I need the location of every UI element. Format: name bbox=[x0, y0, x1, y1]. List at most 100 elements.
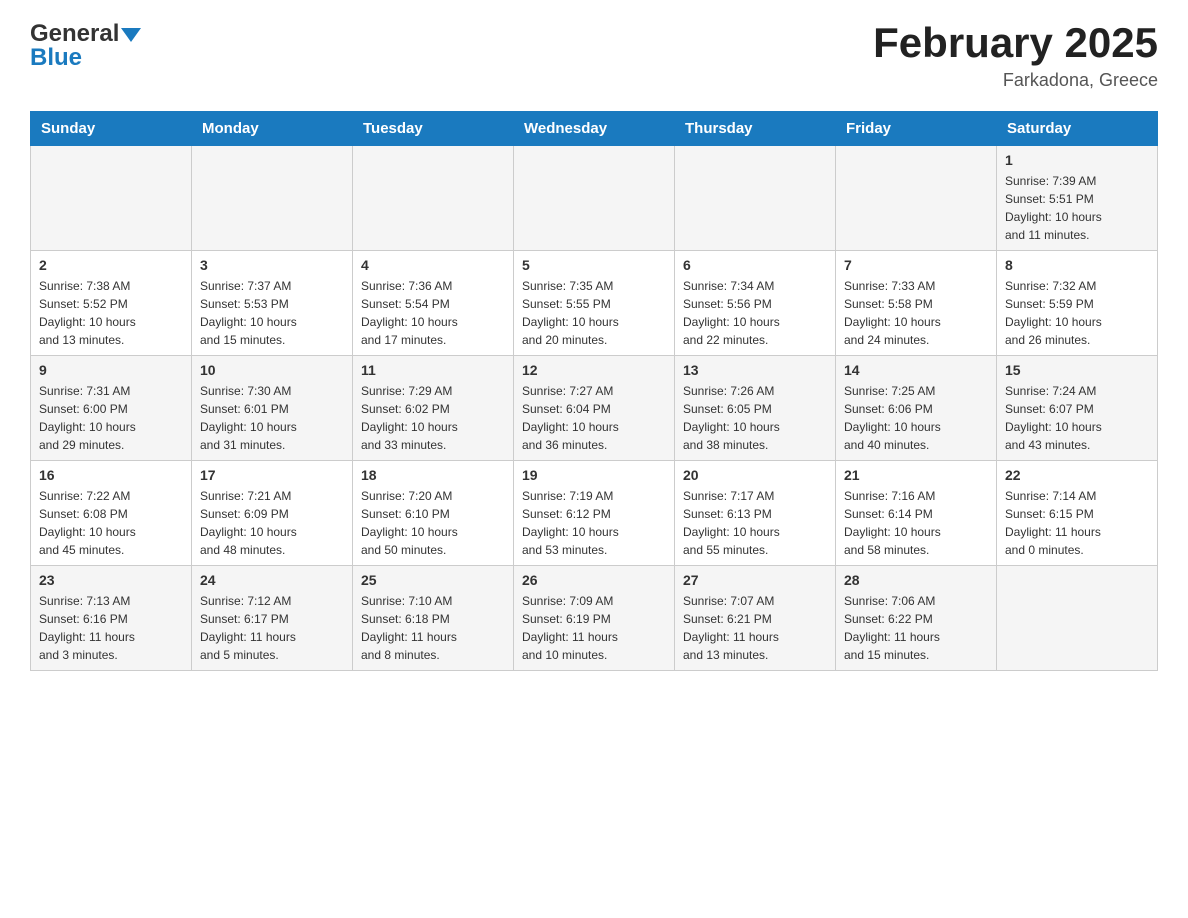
day-number: 11 bbox=[361, 362, 505, 378]
day-info: Sunrise: 7:34 AM Sunset: 5:56 PM Dayligh… bbox=[683, 277, 827, 349]
day-number: 21 bbox=[844, 467, 988, 483]
weekday-header-thursday: Thursday bbox=[675, 112, 836, 146]
day-number: 20 bbox=[683, 467, 827, 483]
weekday-header-sunday: Sunday bbox=[31, 112, 192, 146]
calendar-cell: 15 Sunrise: 7:24 AM Sunset: 6:07 PM Dayli… bbox=[997, 356, 1158, 461]
day-number: 6 bbox=[683, 257, 827, 273]
calendar-cell: 24 Sunrise: 7:12 AM Sunset: 6:17 PM Dayli… bbox=[192, 566, 353, 671]
day-number: 8 bbox=[1005, 257, 1149, 273]
calendar-cell: 14 Sunrise: 7:25 AM Sunset: 6:06 PM Dayli… bbox=[836, 356, 997, 461]
weekday-header-monday: Monday bbox=[192, 112, 353, 146]
day-number: 13 bbox=[683, 362, 827, 378]
calendar-cell: 16 Sunrise: 7:22 AM Sunset: 6:08 PM Dayli… bbox=[31, 461, 192, 566]
day-number: 2 bbox=[39, 257, 183, 273]
title-area: February 2025 Farkadona, Greece bbox=[873, 20, 1158, 91]
day-info: Sunrise: 7:20 AM Sunset: 6:10 PM Dayligh… bbox=[361, 487, 505, 559]
calendar-cell: 25 Sunrise: 7:10 AM Sunset: 6:18 PM Dayli… bbox=[353, 566, 514, 671]
day-info: Sunrise: 7:10 AM Sunset: 6:18 PM Dayligh… bbox=[361, 592, 505, 664]
day-number: 12 bbox=[522, 362, 666, 378]
page-header: General Blue February 2025 Farkadona, Gr… bbox=[30, 20, 1158, 91]
day-info: Sunrise: 7:12 AM Sunset: 6:17 PM Dayligh… bbox=[200, 592, 344, 664]
calendar-cell bbox=[514, 146, 675, 251]
calendar-cell: 19 Sunrise: 7:19 AM Sunset: 6:12 PM Dayli… bbox=[514, 461, 675, 566]
calendar-cell: 27Sunrise: 7:07 AM Sunset: 6:21 PM Dayli… bbox=[675, 566, 836, 671]
calendar-cell: 8 Sunrise: 7:32 AM Sunset: 5:59 PM Daylig… bbox=[997, 251, 1158, 356]
calendar-cell: 2 Sunrise: 7:38 AM Sunset: 5:52 PM Daylig… bbox=[31, 251, 192, 356]
calendar-cell: 3Sunrise: 7:37 AM Sunset: 5:53 PM Daylig… bbox=[192, 251, 353, 356]
day-number: 17 bbox=[200, 467, 344, 483]
calendar-cell: 23 Sunrise: 7:13 AM Sunset: 6:16 PM Dayli… bbox=[31, 566, 192, 671]
location-subtitle: Farkadona, Greece bbox=[873, 70, 1158, 91]
logo: General Blue bbox=[30, 20, 141, 72]
day-info: Sunrise: 7:35 AM Sunset: 5:55 PM Dayligh… bbox=[522, 277, 666, 349]
day-info: Sunrise: 7:24 AM Sunset: 6:07 PM Dayligh… bbox=[1005, 382, 1149, 454]
calendar-cell: 6 Sunrise: 7:34 AM Sunset: 5:56 PM Daylig… bbox=[675, 251, 836, 356]
calendar-cell: 1 Sunrise: 7:39 AM Sunset: 5:51 PM Daylig… bbox=[997, 146, 1158, 251]
logo-blue-text: Blue bbox=[30, 44, 141, 72]
day-info: Sunrise: 7:36 AM Sunset: 5:54 PM Dayligh… bbox=[361, 277, 505, 349]
day-number: 18 bbox=[361, 467, 505, 483]
day-number: 23 bbox=[39, 572, 183, 588]
day-info: Sunrise: 7:14 AM Sunset: 6:15 PM Dayligh… bbox=[1005, 487, 1149, 559]
day-info: Sunrise: 7:13 AM Sunset: 6:16 PM Dayligh… bbox=[39, 592, 183, 664]
day-info: Sunrise: 7:29 AM Sunset: 6:02 PM Dayligh… bbox=[361, 382, 505, 454]
day-number: 25 bbox=[361, 572, 505, 588]
day-info: Sunrise: 7:33 AM Sunset: 5:58 PM Dayligh… bbox=[844, 277, 988, 349]
day-info: Sunrise: 7:19 AM Sunset: 6:12 PM Dayligh… bbox=[522, 487, 666, 559]
calendar-cell: 4 Sunrise: 7:36 AM Sunset: 5:54 PM Daylig… bbox=[353, 251, 514, 356]
calendar-cell: 21 Sunrise: 7:16 AM Sunset: 6:14 PM Dayli… bbox=[836, 461, 997, 566]
day-info: Sunrise: 7:37 AM Sunset: 5:53 PM Dayligh… bbox=[200, 277, 344, 349]
day-info: Sunrise: 7:26 AM Sunset: 6:05 PM Dayligh… bbox=[683, 382, 827, 454]
day-info: Sunrise: 7:22 AM Sunset: 6:08 PM Dayligh… bbox=[39, 487, 183, 559]
day-number: 1 bbox=[1005, 152, 1149, 168]
day-info: Sunrise: 7:09 AM Sunset: 6:19 PM Dayligh… bbox=[522, 592, 666, 664]
day-number: 9 bbox=[39, 362, 183, 378]
calendar-cell: 20 Sunrise: 7:17 AM Sunset: 6:13 PM Dayli… bbox=[675, 461, 836, 566]
calendar-week-row: 1 Sunrise: 7:39 AM Sunset: 5:51 PM Daylig… bbox=[31, 146, 1158, 251]
day-number: 15 bbox=[1005, 362, 1149, 378]
day-info: Sunrise: 7:25 AM Sunset: 6:06 PM Dayligh… bbox=[844, 382, 988, 454]
calendar-table: SundayMondayTuesdayWednesdayThursdayFrid… bbox=[30, 111, 1158, 671]
calendar-cell: 26 Sunrise: 7:09 AM Sunset: 6:19 PM Dayli… bbox=[514, 566, 675, 671]
calendar-cell: 18 Sunrise: 7:20 AM Sunset: 6:10 PM Dayli… bbox=[353, 461, 514, 566]
calendar-cell bbox=[997, 566, 1158, 671]
day-number: 4 bbox=[361, 257, 505, 273]
day-info: Sunrise: 7:39 AM Sunset: 5:51 PM Dayligh… bbox=[1005, 172, 1149, 244]
day-number: 26 bbox=[522, 572, 666, 588]
calendar-cell: 10Sunrise: 7:30 AM Sunset: 6:01 PM Dayli… bbox=[192, 356, 353, 461]
day-info: Sunrise: 7:27 AM Sunset: 6:04 PM Dayligh… bbox=[522, 382, 666, 454]
day-info: Sunrise: 7:17 AM Sunset: 6:13 PM Dayligh… bbox=[683, 487, 827, 559]
calendar-cell bbox=[675, 146, 836, 251]
calendar-cell: 7 Sunrise: 7:33 AM Sunset: 5:58 PM Daylig… bbox=[836, 251, 997, 356]
calendar-week-row: 2 Sunrise: 7:38 AM Sunset: 5:52 PM Daylig… bbox=[31, 251, 1158, 356]
weekday-header-friday: Friday bbox=[836, 112, 997, 146]
calendar-cell: 12 Sunrise: 7:27 AM Sunset: 6:04 PM Dayli… bbox=[514, 356, 675, 461]
day-number: 14 bbox=[844, 362, 988, 378]
day-info: Sunrise: 7:31 AM Sunset: 6:00 PM Dayligh… bbox=[39, 382, 183, 454]
weekday-header-wednesday: Wednesday bbox=[514, 112, 675, 146]
month-title: February 2025 bbox=[873, 20, 1158, 66]
day-number: 5 bbox=[522, 257, 666, 273]
day-number: 19 bbox=[522, 467, 666, 483]
day-info: Sunrise: 7:16 AM Sunset: 6:14 PM Dayligh… bbox=[844, 487, 988, 559]
calendar-cell bbox=[836, 146, 997, 251]
day-info: Sunrise: 7:21 AM Sunset: 6:09 PM Dayligh… bbox=[200, 487, 344, 559]
logo-arrow-icon bbox=[121, 28, 141, 42]
calendar-week-row: 9 Sunrise: 7:31 AM Sunset: 6:00 PM Daylig… bbox=[31, 356, 1158, 461]
day-number: 16 bbox=[39, 467, 183, 483]
day-number: 7 bbox=[844, 257, 988, 273]
calendar-cell bbox=[192, 146, 353, 251]
day-number: 24 bbox=[200, 572, 344, 588]
weekday-header-row: SundayMondayTuesdayWednesdayThursdayFrid… bbox=[31, 112, 1158, 146]
calendar-cell: 5 Sunrise: 7:35 AM Sunset: 5:55 PM Daylig… bbox=[514, 251, 675, 356]
calendar-cell: 9 Sunrise: 7:31 AM Sunset: 6:00 PM Daylig… bbox=[31, 356, 192, 461]
calendar-cell: 28Sunrise: 7:06 AM Sunset: 6:22 PM Dayli… bbox=[836, 566, 997, 671]
day-info: Sunrise: 7:32 AM Sunset: 5:59 PM Dayligh… bbox=[1005, 277, 1149, 349]
day-info: Sunrise: 7:07 AM Sunset: 6:21 PM Dayligh… bbox=[683, 592, 827, 664]
calendar-cell bbox=[31, 146, 192, 251]
calendar-week-row: 23 Sunrise: 7:13 AM Sunset: 6:16 PM Dayli… bbox=[31, 566, 1158, 671]
day-info: Sunrise: 7:30 AM Sunset: 6:01 PM Dayligh… bbox=[200, 382, 344, 454]
day-info: Sunrise: 7:38 AM Sunset: 5:52 PM Dayligh… bbox=[39, 277, 183, 349]
calendar-cell: 13 Sunrise: 7:26 AM Sunset: 6:05 PM Dayli… bbox=[675, 356, 836, 461]
calendar-cell: 17 Sunrise: 7:21 AM Sunset: 6:09 PM Dayli… bbox=[192, 461, 353, 566]
